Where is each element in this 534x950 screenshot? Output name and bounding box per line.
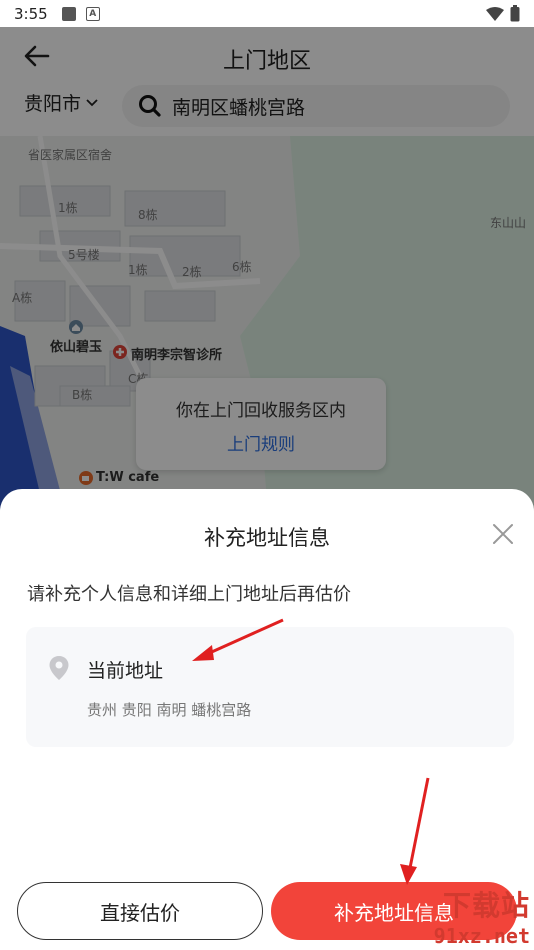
battery-icon (510, 5, 520, 22)
direct-estimate-button[interactable]: 直接估价 (17, 882, 263, 940)
close-icon[interactable] (492, 523, 514, 545)
location-pin-icon (49, 656, 69, 680)
app-notification-icon: A (85, 6, 100, 21)
address-detail: 贵州 贵阳 南明 蟠桃宫路 (87, 701, 252, 719)
address-bottom-sheet: 补充地址信息 请补充个人信息和详细上门地址后再估价 当前地址 贵州 贵阳 南明 … (0, 489, 534, 950)
sheet-title: 补充地址信息 (204, 526, 330, 550)
status-time: 3:55 (14, 4, 48, 23)
wifi-icon (486, 6, 504, 21)
address-label: 当前地址 (87, 660, 164, 682)
sheet-description: 请补充个人信息和详细上门地址后再估价 (27, 584, 351, 605)
notification-icon (61, 6, 76, 21)
watermark: 下载站 91xz.net (434, 884, 530, 948)
watermark-bottom: 91xz.net (433, 924, 530, 948)
current-address-card[interactable]: 当前地址 贵州 贵阳 南明 蟠桃宫路 (26, 627, 514, 747)
watermark-top: 下载站 (442, 889, 530, 922)
status-bar: 3:55 A (0, 0, 534, 27)
